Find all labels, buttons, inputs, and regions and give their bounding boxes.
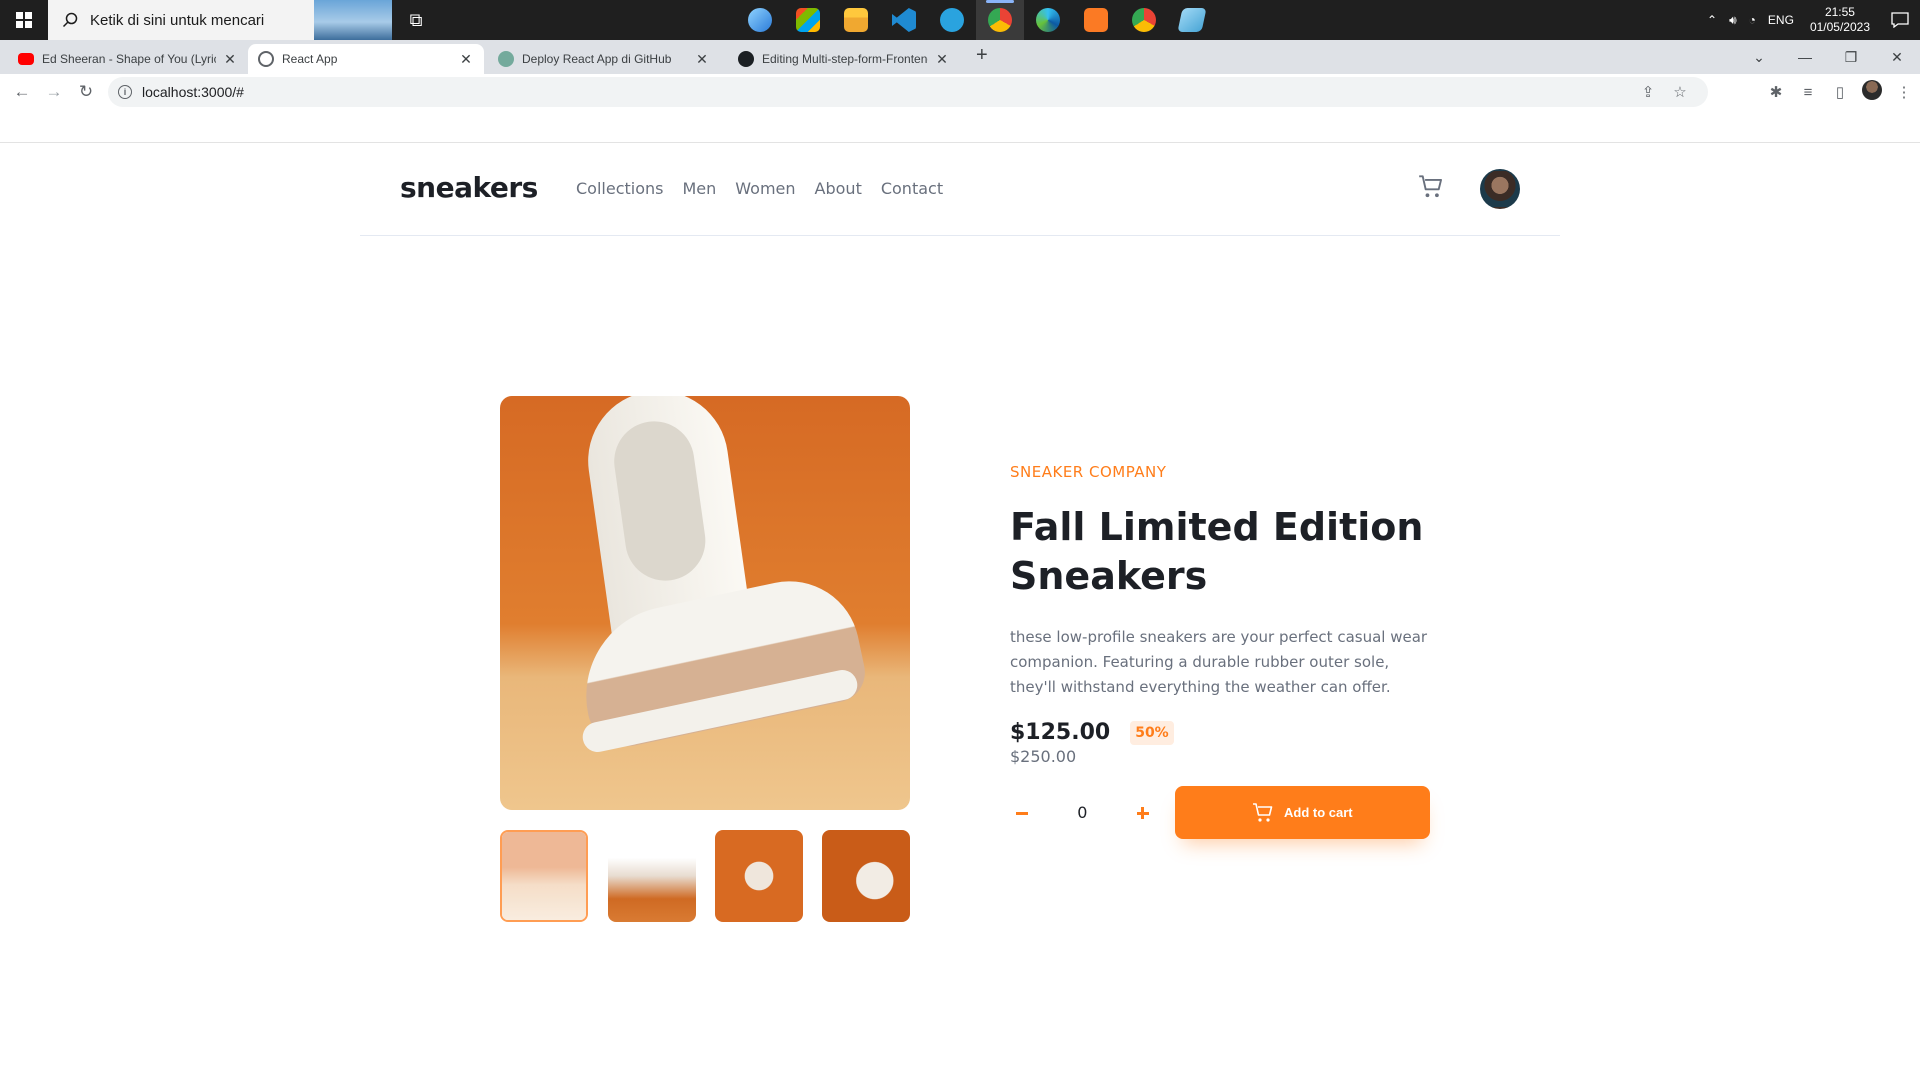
reload-icon[interactable]: ↻: [70, 82, 102, 102]
windows-taskbar: Ketik di sini untuk mencari ⧉ ⌃ 🔊︎ ◔ ENG…: [0, 0, 1920, 40]
product-title: Fall Limited Edition Sneakers: [1010, 505, 1424, 598]
window-controls: ⌄ — ❐ ✕: [1736, 40, 1920, 74]
share-icon[interactable]: ⇪: [1632, 83, 1664, 101]
forward-icon[interactable]: →: [38, 82, 70, 102]
site-header: sneakers Collections Men Women About Con…: [360, 143, 1560, 236]
site-logo[interactable]: sneakers: [400, 171, 538, 204]
volume-icon[interactable]: 🔊︎: [1723, 13, 1743, 28]
chrome-alt-icon[interactable]: [1120, 0, 1168, 40]
search-icon: [62, 12, 78, 28]
search-highlight-image: [314, 0, 392, 40]
plus-icon[interactable]: [1135, 805, 1151, 821]
add-to-cart-button[interactable]: Add to cart: [1174, 786, 1430, 839]
minimize-icon[interactable]: —: [1782, 49, 1828, 65]
edge-icon[interactable]: [1024, 0, 1072, 40]
wifi-icon[interactable]: ◔: [1743, 13, 1762, 27]
tab-deploy-react[interactable]: Deploy React App di GitHub ✕: [488, 44, 720, 74]
youtube-icon: [18, 53, 34, 65]
xampp-icon[interactable]: [1072, 0, 1120, 40]
clock-time: 21:55: [1824, 5, 1855, 19]
thumbnail-3[interactable]: [715, 830, 803, 922]
new-tab-icon[interactable]: +: [976, 44, 988, 67]
nav-men[interactable]: Men: [682, 179, 716, 198]
tab-title: React App: [282, 52, 338, 66]
current-price: $125.00: [1010, 720, 1111, 745]
reading-list-icon[interactable]: ≡: [1792, 84, 1824, 101]
tab-search-icon[interactable]: ⌄: [1736, 49, 1782, 66]
notepad-icon[interactable]: [1168, 0, 1216, 40]
clock[interactable]: 21:55 01/05/2023: [1800, 5, 1880, 35]
tab-github[interactable]: Editing Multi-step-form-Frontend ✕: [728, 44, 960, 74]
close-icon[interactable]: ✕: [934, 51, 950, 68]
tab-title: Ed Sheeran - Shape of You (Lyrics: [42, 52, 216, 66]
avatar[interactable]: [1480, 169, 1520, 209]
close-icon[interactable]: ✕: [222, 51, 238, 68]
thumbnail-2[interactable]: [608, 830, 696, 922]
close-window-icon[interactable]: ✕: [1874, 49, 1920, 66]
telegram-icon[interactable]: [928, 0, 976, 40]
cart-controls: 0 Add to cart: [1010, 786, 1430, 839]
product-thumbnails: [500, 830, 910, 922]
github-icon: [738, 51, 754, 67]
chevron-up-icon[interactable]: ⌃: [1701, 13, 1723, 27]
menu-kebab-icon[interactable]: ⋮: [1888, 83, 1920, 101]
tab-react-app[interactable]: React App ✕: [248, 44, 484, 74]
chrome-icon[interactable]: [976, 0, 1024, 40]
extensions-icon[interactable]: ✱: [1760, 83, 1792, 101]
nav-collections[interactable]: Collections: [576, 179, 663, 198]
mail-app-icon[interactable]: [736, 0, 784, 40]
task-view-icon[interactable]: ⧉: [392, 0, 440, 40]
tab-title: Editing Multi-step-form-Frontend: [762, 52, 928, 66]
notification-icon[interactable]: [1880, 0, 1920, 40]
web-page: sneakers Collections Men Women About Con…: [0, 143, 1920, 1080]
thumbnail-4[interactable]: [822, 830, 910, 922]
close-icon[interactable]: ✕: [458, 51, 474, 68]
address-bar[interactable]: i localhost:3000/# ⇪ ☆: [108, 77, 1708, 107]
language-indicator[interactable]: ENG: [1762, 13, 1800, 27]
tab-strip: Ed Sheeran - Shape of You (Lyrics ✕ Reac…: [0, 40, 1920, 74]
pinned-apps: [736, 0, 1216, 40]
tab-youtube[interactable]: Ed Sheeran - Shape of You (Lyrics ✕: [8, 44, 248, 74]
quantity-value: 0: [1077, 803, 1088, 822]
start-button[interactable]: [0, 0, 48, 40]
discount-badge: 50%: [1130, 720, 1174, 745]
add-to-cart-label: Add to cart: [1283, 805, 1353, 820]
bookmark-star-icon[interactable]: ☆: [1664, 83, 1696, 101]
chatgpt-icon: [498, 51, 514, 67]
restore-icon[interactable]: ❐: [1828, 49, 1874, 66]
system-tray: ⌃ 🔊︎ ◔ ENG 21:55 01/05/2023: [1701, 0, 1920, 40]
vscode-icon[interactable]: [880, 0, 928, 40]
product-description: these low-profile sneakers are your perf…: [1010, 628, 1428, 696]
side-panel-icon[interactable]: ▯: [1824, 83, 1856, 101]
product-main-image[interactable]: [500, 396, 910, 810]
back-icon[interactable]: ←: [6, 82, 38, 102]
globe-icon: [258, 51, 274, 67]
tab-title: Deploy React App di GitHub: [522, 52, 672, 66]
nav-about[interactable]: About: [815, 179, 862, 198]
clock-date: 01/05/2023: [1809, 20, 1870, 34]
original-price: $250.00: [1010, 747, 1077, 766]
toolbar-actions: ✱ ≡ ▯ ⋮: [1760, 74, 1920, 110]
windows-icon: [16, 12, 32, 28]
file-explorer-icon[interactable]: [832, 0, 880, 40]
nav-contact[interactable]: Contact: [881, 179, 943, 198]
close-icon[interactable]: ✕: [694, 51, 710, 68]
thumbnail-1[interactable]: [500, 830, 588, 922]
taskbar-search[interactable]: Ketik di sini untuk mencari: [48, 0, 392, 40]
taskbar-search-placeholder: Ketik di sini untuk mencari: [90, 11, 265, 29]
browser-toolbar: ← → ↻ i localhost:3000/# ⇪ ☆: [0, 74, 1920, 110]
quantity-stepper: 0: [1010, 787, 1155, 839]
main-nav: Collections Men Women About Contact: [576, 179, 962, 198]
nav-women[interactable]: Women: [735, 179, 795, 198]
url-text: localhost:3000/#: [142, 84, 244, 100]
product-details: SNEAKER COMPANY Fall Limited Edition Sne…: [1010, 463, 1430, 839]
cart-icon: [1252, 802, 1273, 822]
profile-icon[interactable]: [1856, 80, 1888, 104]
store-icon[interactable]: [784, 0, 832, 40]
cart-icon[interactable]: [1418, 175, 1444, 199]
minus-icon[interactable]: [1014, 805, 1030, 821]
company-label: SNEAKER COMPANY: [1010, 463, 1167, 481]
info-icon[interactable]: i: [118, 85, 132, 99]
price-row: $125.00 50%: [1010, 720, 1430, 745]
